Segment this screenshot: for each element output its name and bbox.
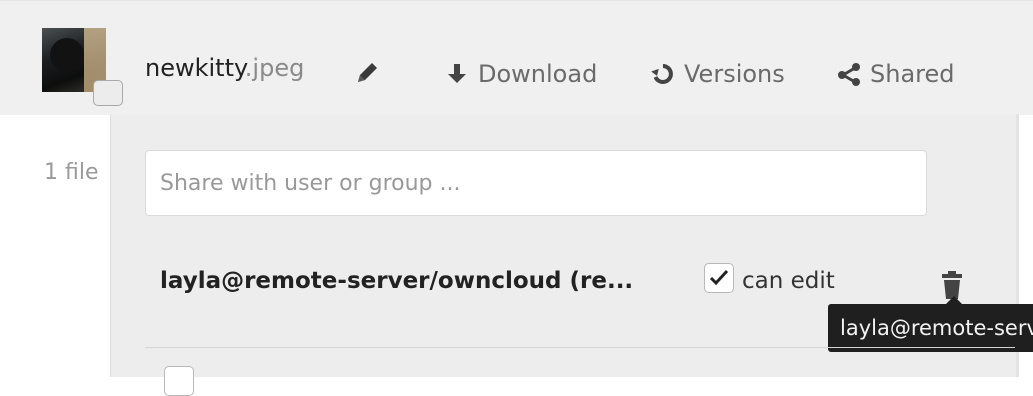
file-select-checkbox[interactable] xyxy=(93,80,123,106)
file-name: newkitty.jpeg xyxy=(145,52,304,84)
share-with-input[interactable] xyxy=(145,150,927,216)
versions-label: Versions xyxy=(684,60,785,88)
shared-action[interactable]: Shared xyxy=(836,58,955,90)
file-name-base: newkitty xyxy=(145,54,245,82)
download-action[interactable]: Download xyxy=(444,58,597,90)
file-count-summary: 1 file xyxy=(44,160,99,185)
share-recipient-name: layla@remote-server/owncloud (re... xyxy=(160,268,634,294)
recipient-tooltip: layla@remote-server/owncloud xyxy=(828,304,1033,352)
history-icon xyxy=(650,61,676,87)
next-row-checkbox[interactable] xyxy=(164,366,194,396)
file-name-extension: .jpeg xyxy=(244,54,305,82)
can-edit-checkbox[interactable] xyxy=(704,263,734,293)
versions-action[interactable]: Versions xyxy=(650,58,785,90)
pencil-icon[interactable] xyxy=(352,58,382,88)
share-icon xyxy=(836,61,862,87)
download-label: Download xyxy=(478,60,598,88)
can-edit-label[interactable]: can edit xyxy=(742,268,835,294)
download-icon xyxy=(444,61,470,87)
checkmark-icon xyxy=(709,269,729,286)
shared-label: Shared xyxy=(870,60,955,88)
recipient-divider xyxy=(145,347,1015,348)
thumbnail-cat-shape xyxy=(50,38,84,72)
tooltip-arrow xyxy=(946,296,962,304)
